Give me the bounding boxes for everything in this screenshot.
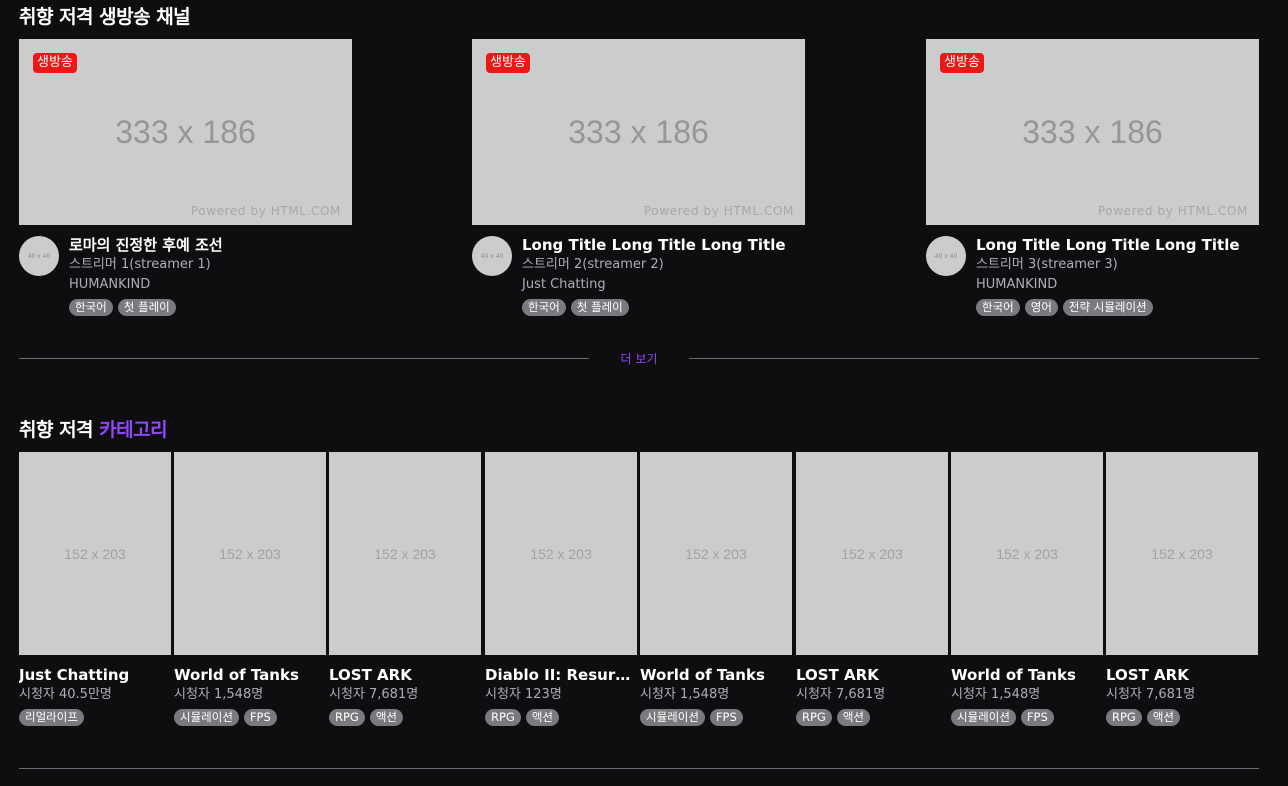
tag-chip[interactable]: 액션 [1146, 709, 1181, 726]
tag-chip[interactable]: 액션 [525, 709, 560, 726]
category-title[interactable]: LOST ARK [329, 665, 479, 685]
stream-thumbnail[interactable]: 333 x 186 Powered by HTML.COM 생방송 [19, 39, 352, 225]
stream-category[interactable]: Just Chatting [522, 275, 892, 295]
live-badge: 생방송 [940, 53, 984, 73]
viewer-count: 시청자 40.5만명 [19, 687, 112, 702]
tag-chip[interactable]: FPS [709, 709, 743, 726]
category-section-title: 취향 저격 카테고리 [19, 417, 168, 443]
category-title-accent: 카테고리 [99, 419, 168, 441]
category-thumbnail[interactable]: 152 x 203 [19, 452, 171, 655]
streamer-avatar[interactable]: 40 x 40 [19, 236, 59, 276]
category-card[interactable]: 152 x 203 Just Chatting 시청자 40.5만명 리얼라이프 [19, 452, 171, 726]
category-card[interactable]: 152 x 203 LOST ARK 시청자 7,681명 RPG 액션 [1106, 452, 1258, 726]
category-title[interactable]: LOST ARK [1106, 665, 1256, 685]
category-title[interactable]: Just Chatting [19, 665, 169, 685]
category-thumbnail[interactable]: 152 x 203 [1106, 452, 1258, 655]
streamer-avatar[interactable]: 40 x 40 [472, 236, 512, 276]
viewer-count: 시청자 1,548명 [174, 687, 264, 702]
powered-by-label: Powered by HTML.COM [643, 204, 794, 218]
category-card[interactable]: 152 x 203 LOST ARK 시청자 7,681명 RPG 액션 [796, 452, 948, 726]
category-title[interactable]: World of Tanks [640, 665, 790, 685]
tag-chip[interactable]: 전략 시뮬레이션 [1062, 299, 1153, 316]
tag-chip[interactable]: 액션 [369, 709, 404, 726]
stream-category[interactable]: HUMANKIND [976, 275, 1266, 295]
tag-chip[interactable]: FPS [243, 709, 277, 726]
divider-left [19, 358, 589, 359]
category-card[interactable]: 152 x 203 World of Tanks 시청자 1,548명 시뮬레이… [951, 452, 1103, 726]
category-card[interactable]: 152 x 203 World of Tanks 시청자 1,548명 시뮬레이… [174, 452, 326, 726]
tag-chip[interactable]: 첫 플레이 [570, 299, 629, 316]
category-title[interactable]: Diablo II: Resurrected [485, 665, 633, 685]
streamer-name[interactable]: 스트리머 2(streamer 2) [522, 255, 892, 275]
tag-chip[interactable]: 첫 플레이 [117, 299, 176, 316]
viewer-count: 시청자 7,681명 [1106, 687, 1196, 702]
viewer-count: 시청자 1,548명 [640, 687, 730, 702]
divider-right [689, 358, 1259, 359]
category-thumbnail[interactable]: 152 x 203 [485, 452, 637, 655]
category-thumbnail[interactable]: 152 x 203 [640, 452, 792, 655]
tag-chip[interactable]: 한국어 [69, 299, 113, 316]
tag-chip[interactable]: FPS [1020, 709, 1054, 726]
tag-chip[interactable]: 한국어 [976, 299, 1020, 316]
tag-chip[interactable]: 액션 [836, 709, 871, 726]
category-title[interactable]: LOST ARK [796, 665, 946, 685]
category-title[interactable]: World of Tanks [174, 665, 324, 685]
tag-chip[interactable]: 시뮬레이션 [174, 709, 239, 726]
stream-thumbnail[interactable]: 333 x 186 Powered by HTML.COM 생방송 [472, 39, 805, 225]
streamer-avatar[interactable]: 40 x 40 [926, 236, 966, 276]
live-section-title: 취향 저격 생방송 채널 [19, 6, 191, 28]
category-title-prefix: 취향 저격 [19, 419, 94, 441]
powered-by-label: Powered by HTML.COM [190, 204, 341, 218]
tag-chip[interactable]: 리얼라이프 [19, 709, 84, 726]
stream-title[interactable]: Long Title Long Title Long Title [976, 235, 1266, 255]
powered-by-label: Powered by HTML.COM [1097, 204, 1248, 218]
stream-title[interactable]: 로마의 진정한 후예 조선 [69, 235, 439, 255]
live-badge: 생방송 [33, 53, 77, 73]
viewer-count: 시청자 123명 [485, 687, 562, 702]
stream-title[interactable]: Long Title Long Title Long Title [522, 235, 892, 255]
viewer-count: 시청자 1,548명 [951, 687, 1041, 702]
live-channel-card[interactable]: 333 x 186 Powered by HTML.COM 생방송 40 x 4… [926, 39, 1266, 316]
tag-chip[interactable]: 한국어 [522, 299, 566, 316]
tag-chip[interactable]: 영어 [1024, 299, 1058, 316]
category-card[interactable]: 152 x 203 LOST ARK 시청자 7,681명 RPG 액션 [329, 452, 481, 726]
stream-thumbnail[interactable]: 333 x 186 Powered by HTML.COM 생방송 [926, 39, 1259, 225]
live-channel-card[interactable]: 333 x 186 Powered by HTML.COM 생방송 40 x 4… [472, 39, 892, 316]
viewer-count: 시청자 7,681명 [329, 687, 419, 702]
category-thumbnail[interactable]: 152 x 203 [951, 452, 1103, 655]
tag-chip[interactable]: RPG [796, 709, 832, 726]
tag-chip[interactable]: 시뮬레이션 [951, 709, 1016, 726]
show-more-button[interactable]: 더 보기 [589, 349, 689, 369]
tag-chip[interactable]: RPG [1106, 709, 1142, 726]
tag-chip[interactable]: 시뮬레이션 [640, 709, 705, 726]
tag-chip[interactable]: RPG [329, 709, 365, 726]
category-thumbnail[interactable]: 152 x 203 [174, 452, 326, 655]
category-thumbnail[interactable]: 152 x 203 [796, 452, 948, 655]
category-card[interactable]: 152 x 203 Diablo II: Resurrected 시청자 123… [485, 452, 637, 726]
category-title[interactable]: World of Tanks [951, 665, 1101, 685]
live-channel-card[interactable]: 333 x 186 Powered by HTML.COM 생방송 40 x 4… [19, 39, 439, 316]
streamer-name[interactable]: 스트리머 3(streamer 3) [976, 255, 1266, 275]
stream-category[interactable]: HUMANKIND [69, 275, 439, 295]
category-card[interactable]: 152 x 203 World of Tanks 시청자 1,548명 시뮬레이… [640, 452, 792, 726]
live-badge: 생방송 [486, 53, 530, 73]
viewer-count: 시청자 7,681명 [796, 687, 886, 702]
bottom-divider [19, 768, 1259, 769]
streamer-name[interactable]: 스트리머 1(streamer 1) [69, 255, 439, 275]
category-thumbnail[interactable]: 152 x 203 [329, 452, 481, 655]
tag-chip[interactable]: RPG [485, 709, 521, 726]
